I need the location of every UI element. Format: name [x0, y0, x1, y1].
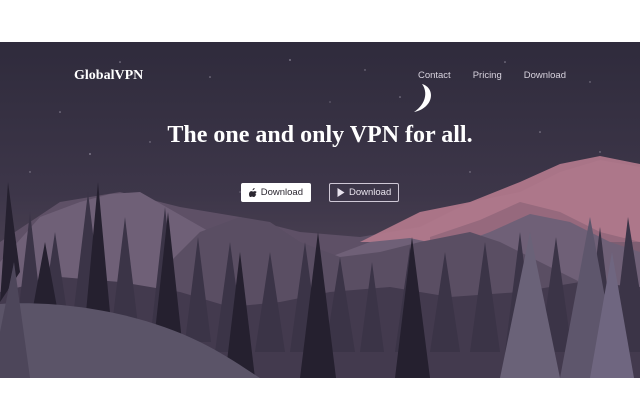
play-download-button[interactable]: Download [329, 183, 400, 202]
moon-icon [414, 84, 432, 112]
apple-download-label: Download [260, 187, 303, 198]
nav-link-contact[interactable]: Contact [418, 70, 451, 81]
top-nav: Contact Pricing Download [418, 70, 566, 81]
nav-link-download[interactable]: Download [524, 70, 566, 81]
apple-icon [248, 188, 257, 197]
download-buttons: Download Download [0, 183, 640, 202]
play-download-label: Download [349, 187, 392, 198]
apple-download-button[interactable]: Download [240, 183, 311, 202]
hero-headline: The one and only VPN for all. [167, 122, 473, 148]
nav-link-pricing[interactable]: Pricing [473, 70, 502, 81]
brand-logo[interactable]: GlobalVPN [74, 68, 143, 84]
play-icon [337, 188, 345, 197]
mountain-landscape-illustration [0, 59, 640, 378]
hero-section: GlobalVPN Contact Pricing Download The o… [0, 42, 640, 378]
